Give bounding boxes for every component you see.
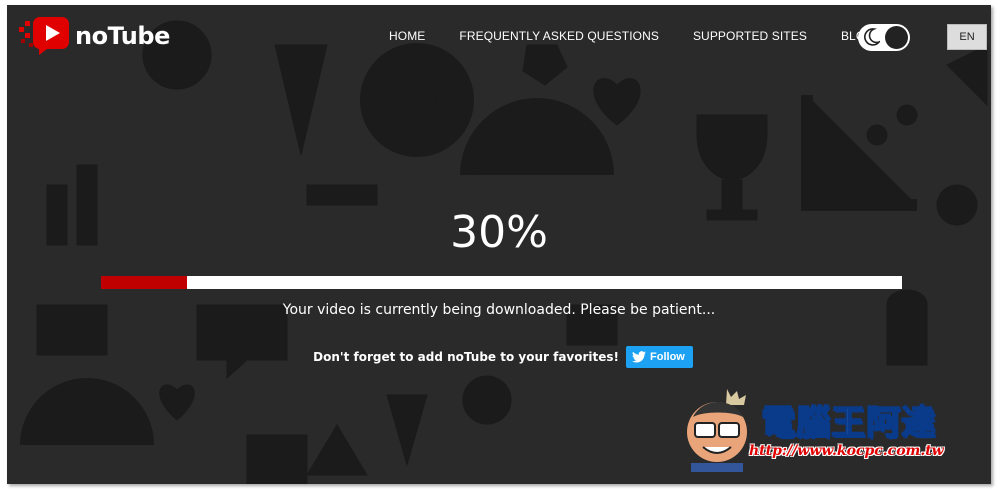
- notube-logo-icon: [19, 17, 71, 55]
- app-window: noTube HOME FREQUENTLY ASKED QUESTIONS S…: [7, 5, 991, 484]
- watermark: 電腦王阿達 http://www.kocpc.com.tw: [679, 387, 979, 472]
- brand[interactable]: noTube: [19, 17, 170, 55]
- toggle-knob: [885, 26, 908, 49]
- mascot-icon: [687, 389, 747, 472]
- main-nav: HOME FREQUENTLY ASKED QUESTIONS SUPPORTE…: [389, 29, 909, 43]
- favorites-text: Don't forget to add noTube to your favor…: [313, 350, 620, 364]
- nav-faq[interactable]: FREQUENTLY ASKED QUESTIONS: [459, 29, 659, 43]
- twitter-follow-button[interactable]: Follow: [626, 346, 693, 368]
- progress-bar: [101, 276, 902, 289]
- follow-label: Follow: [650, 351, 685, 363]
- progress-bar-fill: [101, 276, 187, 289]
- brand-name: noTube: [75, 22, 170, 50]
- nav-supported-sites[interactable]: SUPPORTED SITES: [693, 29, 807, 43]
- moon-icon: [864, 28, 882, 50]
- watermark-url: http://www.kocpc.com.tw: [749, 443, 944, 459]
- download-status: Your video is currently being downloaded…: [282, 302, 716, 318]
- theme-toggle[interactable]: [858, 24, 910, 51]
- twitter-bird-icon: [632, 351, 647, 363]
- favorites-row: Don't forget to add noTube to your favor…: [7, 346, 991, 368]
- watermark-title: 電腦王阿達: [760, 402, 936, 444]
- nav-home[interactable]: HOME: [389, 29, 425, 43]
- progress-percent: 30%: [450, 207, 548, 258]
- language-selector[interactable]: EN: [947, 24, 987, 50]
